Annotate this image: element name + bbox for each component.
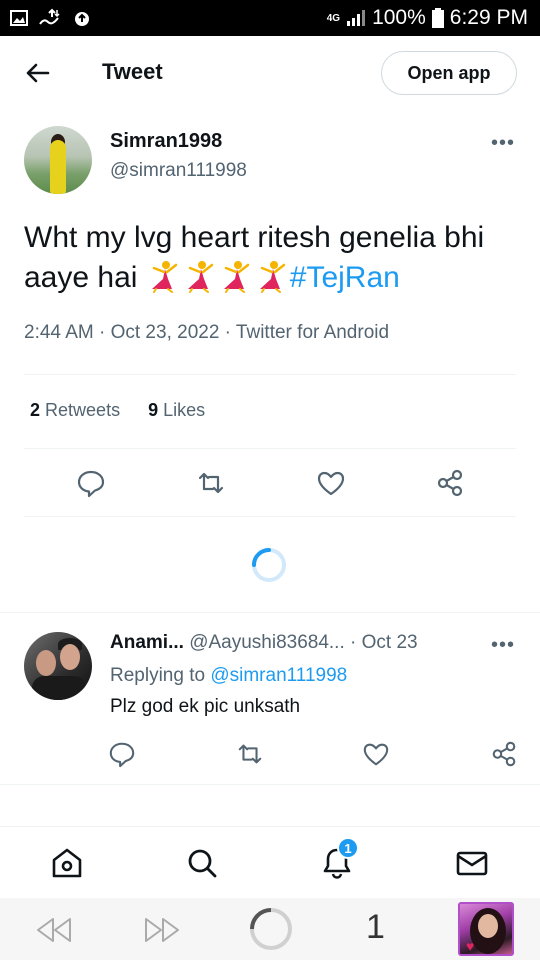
clock: 6:29 PM <box>449 6 528 29</box>
network-type: 4G <box>326 12 341 24</box>
share-icon[interactable] <box>490 740 518 768</box>
tweet-meta: 2:44 AM · Oct 23, 2022 · Twitter for And… <box>24 322 390 343</box>
back-arrow-icon[interactable] <box>22 58 52 88</box>
likes-stat[interactable]: 9 Likes <box>148 400 205 421</box>
tab-thumbnail[interactable]: ♥ <box>458 902 514 956</box>
more-options-icon[interactable]: ••• <box>491 133 515 153</box>
divider <box>24 516 516 517</box>
separator <box>0 612 540 613</box>
reply-text: Plz god ek pic unksath <box>110 696 301 717</box>
page-title: Tweet <box>102 59 163 84</box>
battery-icon <box>431 8 444 28</box>
replying-prefix: Replying to <box>110 665 211 686</box>
reply-author-avatar[interactable] <box>24 632 92 700</box>
notification-badge: 1 <box>337 837 359 859</box>
retweet-icon[interactable] <box>236 740 264 768</box>
reply-icon[interactable] <box>76 468 106 498</box>
likes-count: 9 <box>148 400 159 420</box>
dancer-emoji <box>223 261 250 293</box>
top-bar: Tweet Open app <box>0 36 540 110</box>
replying-to: Replying to @simran111998 <box>110 665 347 687</box>
share-icon[interactable] <box>435 468 465 498</box>
rewind-icon[interactable] <box>34 915 74 945</box>
retweets-stat[interactable]: 2 Retweets <box>30 400 120 421</box>
fast-forward-icon[interactable] <box>142 915 182 945</box>
reply-author-handle[interactable]: @Aayushi83684... <box>189 632 345 653</box>
retweets-count: 2 <box>30 400 41 420</box>
loading-spinner <box>252 548 286 582</box>
cloud-upload-icon <box>75 12 89 26</box>
more-options-icon[interactable]: ••• <box>491 635 515 655</box>
tweet-actions <box>0 464 540 504</box>
divider <box>24 448 516 449</box>
retweets-label: Retweets <box>45 400 121 420</box>
reply-header: Anami... @Aayushi83684... · Oct 23 <box>110 632 418 654</box>
tweet-stats: 2 Retweets 9 Likes <box>30 400 205 421</box>
battery-percent: 100% <box>372 6 426 29</box>
status-bar: 4G 100% 6:29 PM <box>0 0 540 36</box>
tab-count[interactable]: 1 <box>366 908 385 947</box>
tweet-text: Wht my lvg heart ritesh genelia bhi aaye… <box>24 218 524 298</box>
signal-icon <box>347 10 366 26</box>
divider <box>24 374 516 375</box>
likes-label: Likes <box>163 400 206 420</box>
search-icon[interactable] <box>185 846 219 880</box>
dancer-emoji <box>187 261 214 293</box>
open-app-button[interactable]: Open app <box>381 51 517 95</box>
reload-icon[interactable] <box>248 906 294 952</box>
reply-date[interactable]: · Oct 23 <box>350 632 418 653</box>
reply-icon[interactable] <box>108 740 136 768</box>
separator <box>0 784 540 785</box>
replying-mention[interactable]: @simran111998 <box>210 665 347 686</box>
retweet-icon[interactable] <box>196 468 226 498</box>
reply-author-name[interactable]: Anami... <box>110 632 184 653</box>
messages-icon[interactable] <box>455 846 489 880</box>
home-icon[interactable] <box>50 846 84 880</box>
like-icon[interactable] <box>316 468 346 498</box>
author-avatar[interactable] <box>24 126 92 194</box>
dancer-emoji <box>151 261 178 293</box>
author-handle[interactable]: @simran111998 <box>110 160 247 182</box>
emoji-group <box>146 261 290 294</box>
hashtag-link[interactable]: #TejRan <box>290 261 400 294</box>
like-icon[interactable] <box>362 740 390 768</box>
author-name[interactable]: Simran1998 <box>110 130 222 153</box>
dancer-emoji <box>259 261 286 293</box>
usb-transfer-icon <box>39 8 60 25</box>
image-icon <box>10 10 28 26</box>
